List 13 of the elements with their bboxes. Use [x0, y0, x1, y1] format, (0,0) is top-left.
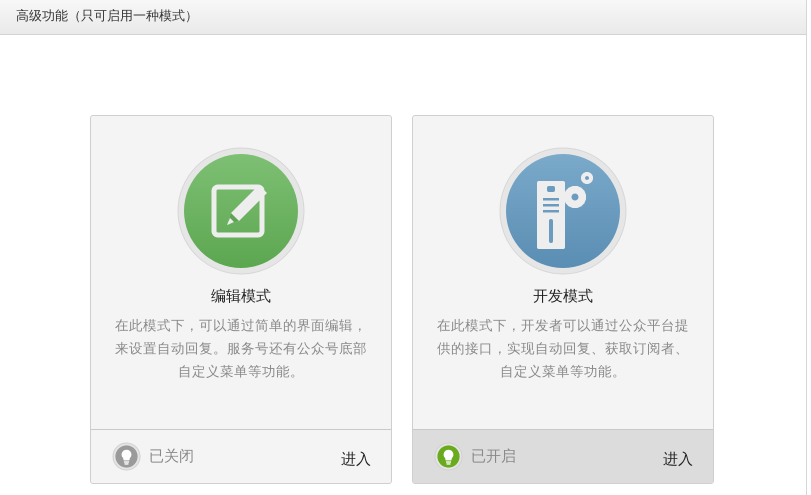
mode-description: 在此模式下，可以通过简单的界面编辑，来设置自动回复。服务号还有公众号底部自定义菜单等功能。 [114, 316, 368, 382]
status-label: 已关闭 [149, 446, 194, 466]
enter-link[interactable]: 进入 [341, 450, 371, 470]
page-title: 高级功能（只可启用一种模式） [16, 9, 198, 26]
server-gear-icon [499, 147, 627, 275]
edit-icon [177, 147, 305, 275]
lightbulb-icon [112, 442, 141, 471]
mode-title: 编辑模式 [211, 287, 271, 306]
lightbulb-icon [434, 442, 463, 471]
mode-title: 开发模式 [533, 287, 593, 306]
status-label: 已开启 [471, 446, 516, 466]
enter-link[interactable]: 进入 [663, 450, 693, 470]
mode-description: 在此模式下，开发者可以通过公众平台提供的接口，实现自动回复、获取订阅者、自定义菜单等功能。 [436, 316, 690, 382]
